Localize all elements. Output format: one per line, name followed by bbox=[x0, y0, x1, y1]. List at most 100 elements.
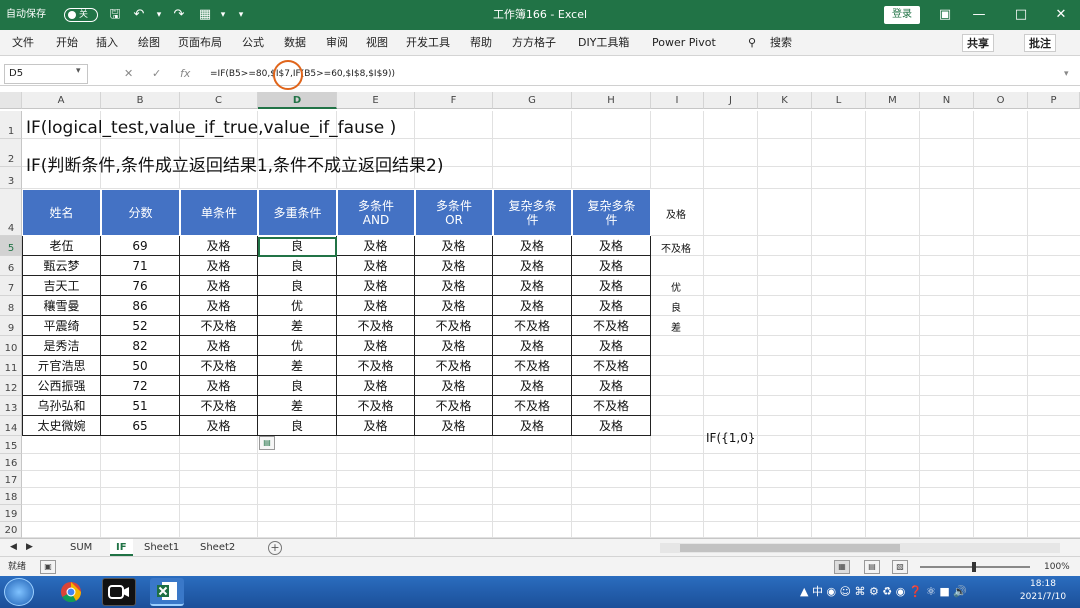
insert-function-icon[interactable]: fx bbox=[180, 64, 190, 84]
column-header-k[interactable]: K bbox=[758, 92, 812, 109]
row-header-11[interactable]: 11 bbox=[0, 356, 22, 376]
table-cell[interactable]: 不及格 bbox=[572, 356, 651, 376]
menu-power-pivot[interactable]: Power Pivot bbox=[652, 30, 716, 56]
table-cell[interactable]: 不及格 bbox=[180, 356, 258, 376]
table-cell[interactable]: 乌孙弘和 bbox=[22, 396, 101, 416]
table-cell[interactable]: 不及格 bbox=[415, 396, 493, 416]
row-header-17[interactable]: 17 bbox=[0, 471, 22, 488]
worksheet-grid[interactable]: ABCDEFGHIJKLMNOP 1 2 3 4 5 6 7 8 9 10 11 12 13 14 15 16… bbox=[0, 90, 1080, 540]
format-dropdown-icon[interactable]: ▾ bbox=[214, 6, 232, 24]
menu-data[interactable]: 数据 bbox=[284, 30, 306, 56]
undo-dropdown-icon[interactable]: ▾ bbox=[150, 6, 168, 24]
column-header-j[interactable]: J bbox=[704, 92, 758, 109]
row-header-12[interactable]: 12 bbox=[0, 376, 22, 396]
column-header-d[interactable]: D bbox=[258, 92, 337, 109]
excel-taskbar-icon[interactable] bbox=[150, 578, 184, 606]
search-icon[interactable]: ⚲ bbox=[748, 30, 756, 56]
cell-j15[interactable]: IF({1,0} bbox=[706, 431, 755, 445]
table-header-cell[interactable]: 复杂多条 件 bbox=[572, 189, 651, 236]
row-header-13[interactable]: 13 bbox=[0, 396, 22, 416]
if-syntax-line[interactable]: IF(logical_test,value_if_true,value_if_f… bbox=[26, 118, 396, 138]
table-cell[interactable]: 吉天工 bbox=[22, 276, 101, 296]
table-cell[interactable]: 及格 bbox=[337, 236, 415, 256]
macro-record-icon[interactable]: ▣ bbox=[40, 560, 56, 574]
table-cell[interactable]: 及格 bbox=[180, 256, 258, 276]
zoom-slider[interactable] bbox=[920, 562, 1030, 572]
table-cell[interactable]: 差 bbox=[258, 356, 337, 376]
table-cell[interactable]: 及格 bbox=[415, 276, 493, 296]
restore-icon[interactable]: □ bbox=[1006, 0, 1036, 30]
table-cell[interactable]: 公西振强 bbox=[22, 376, 101, 396]
table-cell[interactable]: 及格 bbox=[572, 416, 651, 436]
menu-review[interactable]: 审阅 bbox=[326, 30, 348, 56]
table-cell[interactable]: 及格 bbox=[180, 296, 258, 316]
row-header-20[interactable]: 20 bbox=[0, 522, 22, 538]
chrome-icon[interactable] bbox=[54, 578, 88, 606]
autosave-toggle[interactable]: 关 bbox=[64, 8, 98, 22]
close-icon[interactable]: ✕ bbox=[1046, 0, 1076, 30]
column-header-g[interactable]: G bbox=[493, 92, 572, 109]
cell-i7[interactable]: 优 bbox=[651, 279, 701, 294]
table-cell[interactable]: 50 bbox=[101, 356, 180, 376]
menu-diy-toolbox[interactable]: DIY工具箱 bbox=[578, 30, 629, 56]
row-header-7[interactable]: 7 bbox=[0, 276, 22, 296]
column-header-p[interactable]: P bbox=[1028, 92, 1080, 109]
table-cell[interactable]: 不及格 bbox=[572, 316, 651, 336]
column-header-f[interactable]: F bbox=[415, 92, 493, 109]
row-header-15[interactable]: 15 bbox=[0, 436, 22, 454]
menu-page-layout[interactable]: 页面布局 bbox=[178, 30, 222, 56]
table-cell[interactable]: 差 bbox=[258, 316, 337, 336]
normal-view-icon[interactable]: ▦ bbox=[834, 560, 850, 574]
tab-scroll-right-icon[interactable]: ▶ bbox=[20, 539, 39, 556]
redo-icon[interactable]: ↷ bbox=[170, 6, 188, 24]
menu-insert[interactable]: 插入 bbox=[96, 30, 118, 56]
start-button-icon[interactable] bbox=[4, 578, 34, 606]
table-cell[interactable]: 老伍 bbox=[22, 236, 101, 256]
menu-formulas[interactable]: 公式 bbox=[242, 30, 264, 56]
table-cell[interactable]: 太史微婉 bbox=[22, 416, 101, 436]
selected-cell-d5[interactable] bbox=[258, 237, 337, 257]
system-tray[interactable]: ▲ 中 ◉ ☺ ⌘ ⚙ ♻ ◉ ❓ ⚛ ■ 🔊 bbox=[800, 576, 1000, 608]
row-header-10[interactable]: 10 bbox=[0, 336, 22, 356]
table-cell[interactable]: 及格 bbox=[572, 256, 651, 276]
table-cell[interactable]: 及格 bbox=[415, 296, 493, 316]
table-cell[interactable]: 52 bbox=[101, 316, 180, 336]
table-cell[interactable]: 优 bbox=[258, 296, 337, 316]
table-cell[interactable]: 82 bbox=[101, 336, 180, 356]
table-cell[interactable]: 不及格 bbox=[337, 356, 415, 376]
cancel-icon[interactable]: ✕ bbox=[124, 64, 133, 84]
table-cell[interactable]: 及格 bbox=[572, 296, 651, 316]
row-header-5[interactable]: 5 bbox=[0, 236, 22, 256]
quick-analysis-icon[interactable]: ▤ bbox=[259, 436, 275, 450]
horizontal-scrollbar[interactable] bbox=[660, 543, 1060, 553]
table-cell[interactable]: 及格 bbox=[415, 416, 493, 436]
comment-button[interactable]: 批注 bbox=[1024, 34, 1056, 52]
table-cell[interactable]: 及格 bbox=[180, 236, 258, 256]
if-explanation-line[interactable]: IF(判断条件,条件成立返回结果1,条件不成立返回结果2) bbox=[26, 151, 444, 176]
table-cell[interactable]: 86 bbox=[101, 296, 180, 316]
column-header-c[interactable]: C bbox=[180, 92, 258, 109]
ribbon-display-icon[interactable]: ▣ bbox=[930, 0, 960, 30]
table-cell[interactable]: 良 bbox=[258, 416, 337, 436]
cell-i8[interactable]: 良 bbox=[651, 299, 701, 314]
table-cell[interactable]: 不及格 bbox=[493, 356, 572, 376]
cell-i5[interactable]: 不及格 bbox=[651, 240, 701, 255]
row-header-3[interactable]: 3 bbox=[0, 167, 22, 189]
table-cell[interactable]: 及格 bbox=[572, 276, 651, 296]
menu-draw[interactable]: 绘图 bbox=[138, 30, 160, 56]
table-cell[interactable]: 71 bbox=[101, 256, 180, 276]
scrollbar-thumb[interactable] bbox=[680, 544, 900, 552]
table-header-cell[interactable]: 分数 bbox=[101, 189, 180, 236]
table-cell[interactable]: 甄云梦 bbox=[22, 256, 101, 276]
table-header-cell[interactable]: 单条件 bbox=[180, 189, 258, 236]
enter-icon[interactable]: ✓ bbox=[152, 64, 161, 84]
tab-if[interactable]: IF bbox=[110, 539, 133, 556]
minimize-icon[interactable]: — bbox=[964, 0, 994, 30]
taskbar-clock[interactable]: 18:18 2021/7/10 bbox=[1010, 578, 1076, 604]
table-header-cell[interactable]: 多条件 AND bbox=[337, 189, 415, 236]
tab-sum[interactable]: SUM bbox=[64, 539, 98, 556]
table-header-cell[interactable]: 多重条件 bbox=[258, 189, 337, 236]
table-cell[interactable]: 及格 bbox=[337, 296, 415, 316]
table-cell[interactable]: 65 bbox=[101, 416, 180, 436]
share-button[interactable]: 共享 bbox=[962, 34, 994, 52]
